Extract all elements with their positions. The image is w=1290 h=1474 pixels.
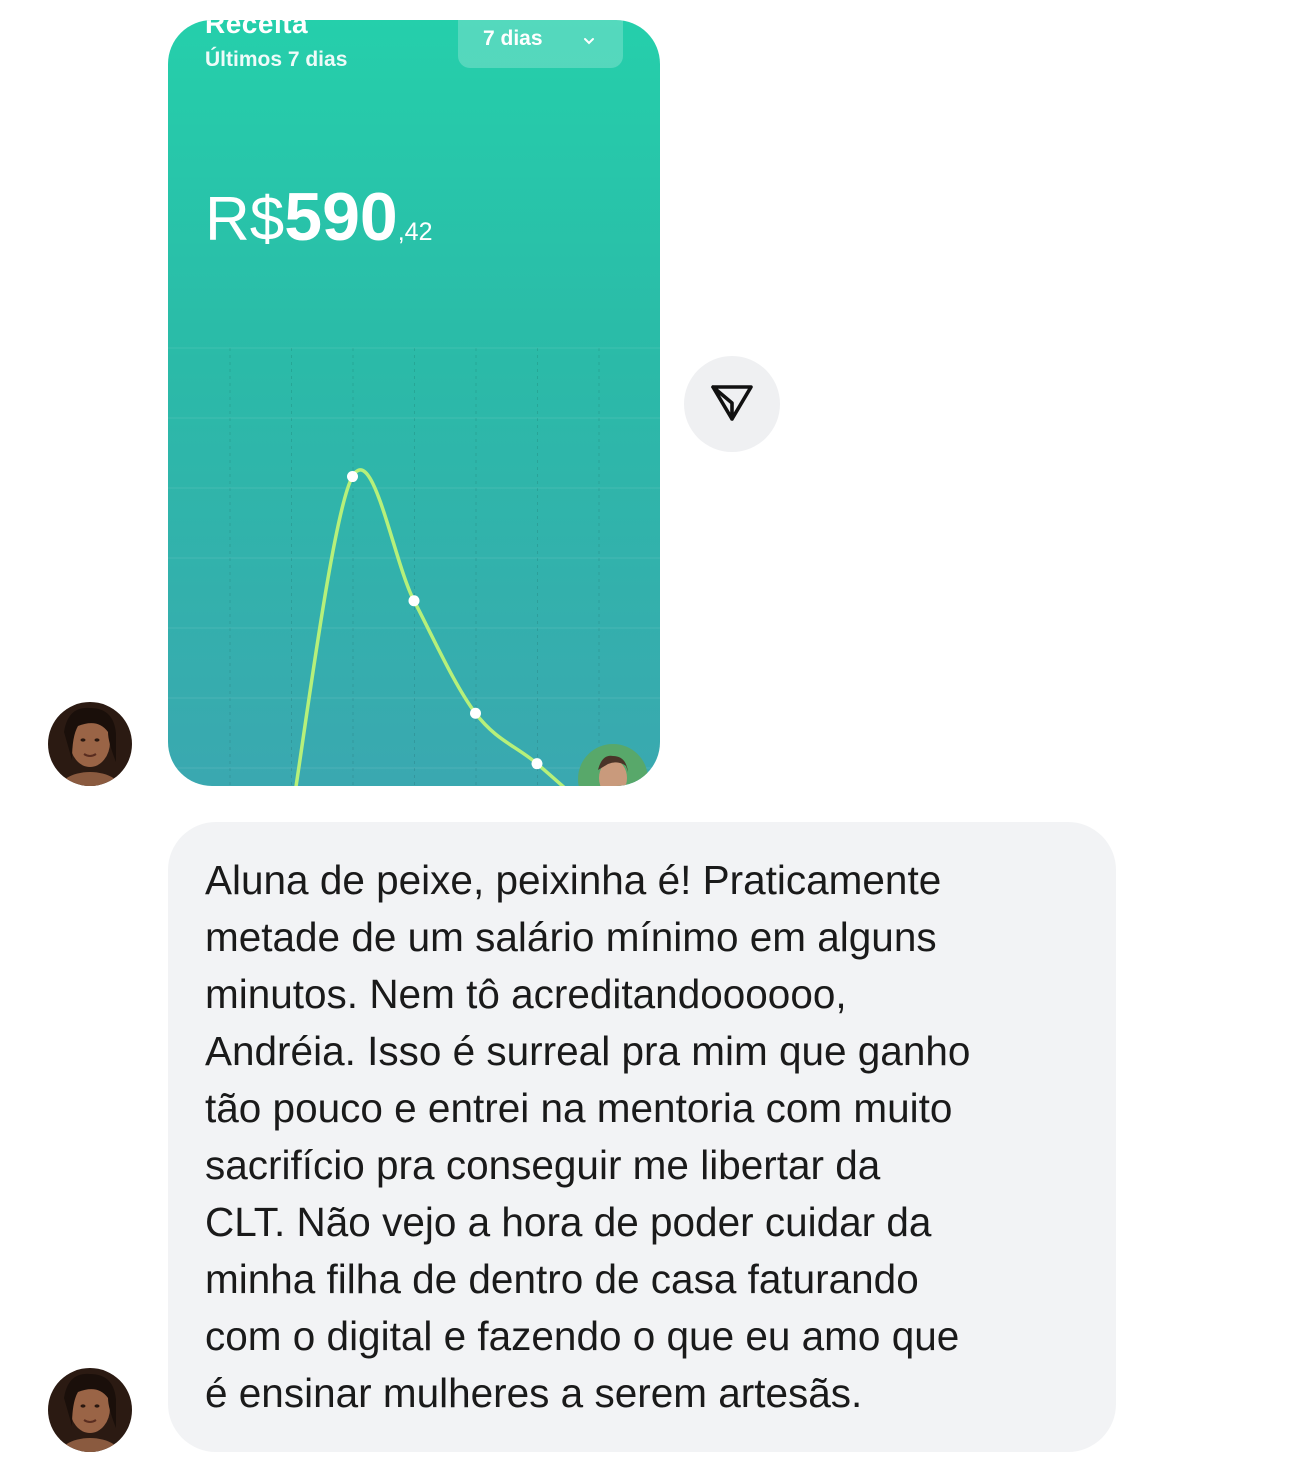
sender-avatar[interactable] (48, 702, 132, 786)
amount-currency: R$ (205, 185, 285, 254)
shared-image-message[interactable]: Receita Últimos 7 dias 7 dias R$590,42 (168, 20, 660, 786)
revenue-amount: R$590,42 (205, 178, 433, 256)
card-subtitle: Últimos 7 dias (205, 48, 348, 71)
sender-avatar[interactable] (48, 1368, 132, 1452)
amount-integer: 590 (284, 179, 398, 255)
chart-point (408, 595, 420, 607)
range-dropdown: 7 dias (458, 20, 623, 68)
card-title: Receita (205, 20, 309, 39)
revenue-line-chart (168, 347, 660, 786)
range-dropdown-value: 7 dias (483, 27, 543, 50)
chevron-down-icon (582, 30, 596, 54)
chart-point (531, 758, 543, 770)
text-message-bubble[interactable]: Aluna de peixe, peixinha é! Praticamente… (168, 822, 1116, 1452)
avatar-image (48, 1368, 132, 1452)
send-icon (709, 379, 755, 430)
chart-point (470, 707, 481, 719)
avatar-image (48, 702, 132, 786)
share-button[interactable] (684, 356, 780, 452)
amount-cents: ,42 (397, 218, 433, 246)
chart-point (347, 471, 358, 483)
message-text: Aluna de peixe, peixinha é! Praticamente… (205, 857, 971, 1416)
